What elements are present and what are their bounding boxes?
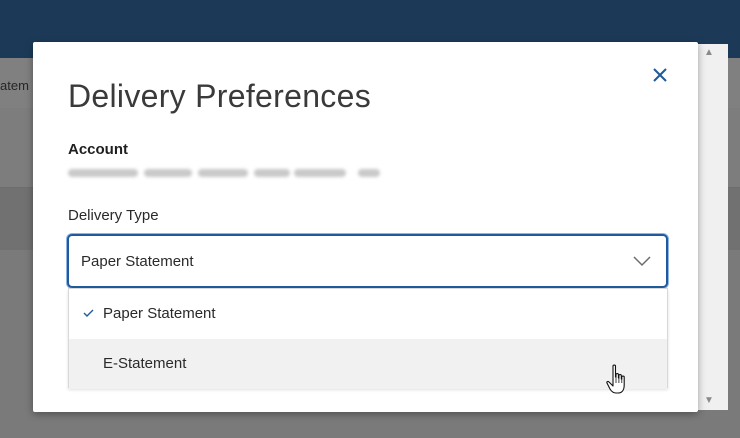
delivery-type-dropdown: Paper Statement E-Statement	[68, 288, 668, 389]
background-tab-text: atem	[0, 78, 29, 93]
option-paper-statement[interactable]: Paper Statement	[69, 289, 667, 339]
check-icon	[83, 309, 94, 317]
option-e-statement[interactable]: E-Statement	[69, 339, 667, 389]
scroll-up-arrow-icon[interactable]: ▲	[704, 48, 714, 58]
option-label: E-Statement	[103, 355, 187, 372]
close-icon[interactable]	[647, 62, 673, 88]
account-label: Account	[68, 141, 128, 158]
scrollbar[interactable]: ▲ ▼	[698, 44, 728, 410]
select-selected-value: Paper Statement	[81, 253, 194, 270]
modal-title: Delivery Preferences	[68, 78, 371, 114]
account-value-redacted	[68, 166, 380, 180]
chevron-down-icon[interactable]	[632, 254, 652, 268]
delivery-type-label: Delivery Type	[68, 207, 159, 224]
option-label: Paper Statement	[103, 305, 216, 322]
delivery-type-select[interactable]: Paper Statement	[67, 234, 668, 288]
scroll-down-arrow-icon[interactable]: ▼	[704, 396, 714, 406]
delivery-preferences-modal: Delivery Preferences Account Delivery Ty…	[33, 42, 698, 412]
close-button[interactable]	[647, 62, 673, 88]
